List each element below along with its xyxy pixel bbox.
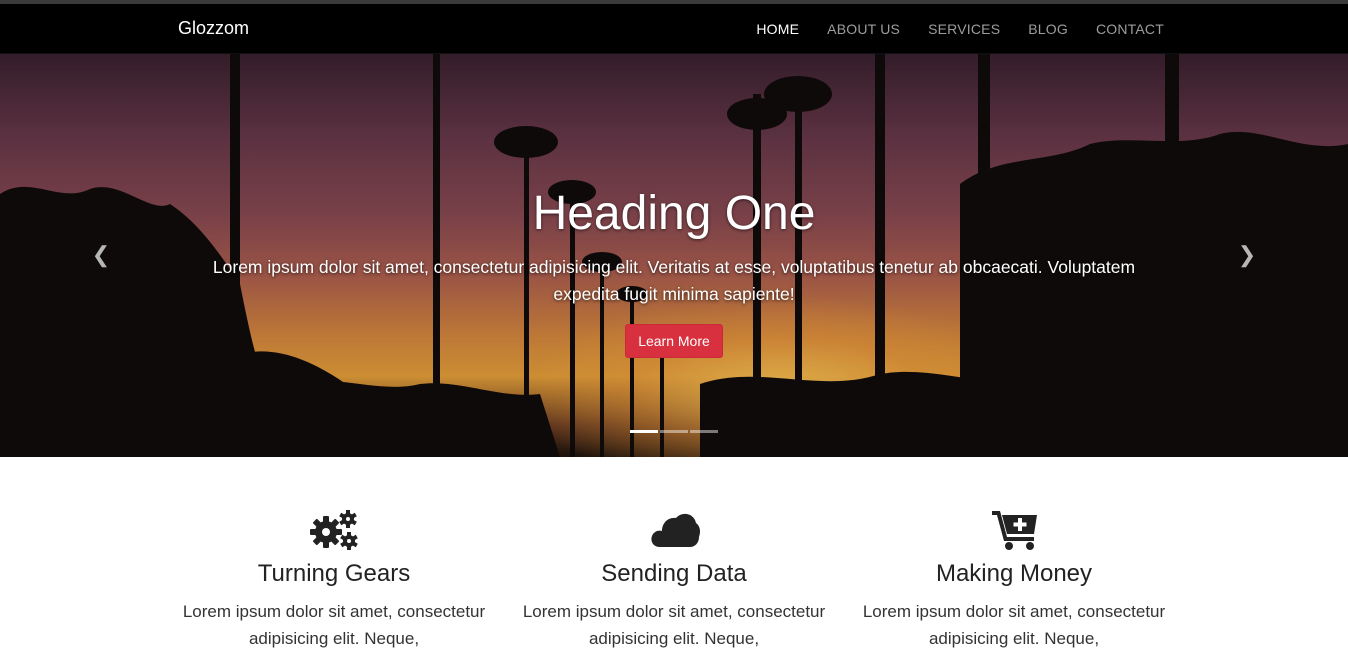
feature-title: Sending Data [601, 560, 747, 587]
carousel-caption: Heading One Lorem ipsum dolor sit amet, … [0, 186, 1348, 358]
nav-item-blog[interactable]: BLOG [1028, 21, 1068, 37]
brand-logo[interactable]: Glozzom [178, 18, 249, 39]
cart-plus-icon [992, 511, 1037, 550]
feature-text: Lorem ipsum dolor sit amet, consectetur … [182, 602, 486, 648]
gears-icon [310, 510, 358, 550]
cloud-icon [651, 513, 700, 547]
nav-item-about-us[interactable]: ABOUT US [827, 21, 900, 37]
hero-text: Lorem ipsum dolor sit amet, consectetur … [212, 257, 1136, 304]
feature-text: Lorem ipsum dolor sit amet, consectetur … [522, 602, 826, 648]
features-section: Turning Gears Lorem ipsum dolor sit amet… [0, 457, 1348, 657]
carousel-indicator-3[interactable] [690, 430, 718, 433]
feature-title: Turning Gears [257, 560, 411, 587]
navbar: Glozzom HOME ABOUT US SERVICES BLOG CONT… [0, 4, 1348, 54]
nav-item-contact[interactable]: CONTACT [1096, 21, 1164, 37]
nav-item-home[interactable]: HOME [756, 21, 799, 37]
feature-title: Making Money [935, 560, 1093, 587]
carousel-indicator-2[interactable] [660, 430, 688, 433]
carousel-indicators [630, 430, 718, 433]
feature-text: Lorem ipsum dolor sit amet, consectetur … [862, 602, 1166, 648]
learn-more-button[interactable]: Learn More [625, 324, 723, 358]
nav-item-services[interactable]: SERVICES [928, 21, 1000, 37]
hero-heading: Heading One [532, 187, 816, 240]
hero-carousel: ❮ ❯ Heading One Lorem ipsum dolor sit am… [0, 54, 1348, 457]
nav-menu: HOME ABOUT US SERVICES BLOG CONTACT [756, 4, 1164, 54]
carousel-indicator-1[interactable] [630, 430, 658, 433]
